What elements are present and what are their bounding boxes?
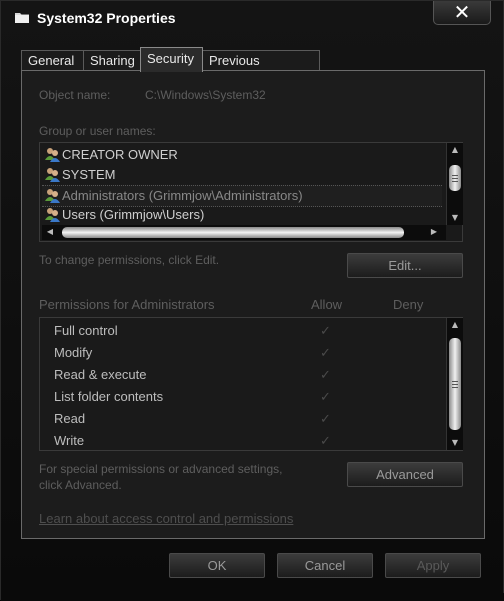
permission-row: Read ✓ (54, 408, 394, 430)
cancel-button[interactable]: Cancel (277, 553, 373, 578)
allow-check-icon: ✓ (320, 433, 331, 448)
ok-button[interactable]: OK (169, 553, 265, 578)
permissions-vscroll[interactable]: ▲ ▼ (446, 318, 463, 450)
close-icon: ✕ (453, 0, 471, 24)
scroll-thumb[interactable] (449, 338, 461, 430)
allow-check-icon: ✓ (320, 389, 331, 404)
allow-check-icon: ✓ (320, 367, 331, 382)
tab-previous-versions[interactable]: Previous Versions (202, 50, 320, 88)
scroll-down-icon[interactable]: ▼ (449, 213, 461, 223)
users-icon (45, 189, 60, 203)
list-item-label: Administrators (Grimmjow\Administrators) (62, 188, 303, 203)
list-item[interactable]: Users (Grimmjow\Users) (42, 205, 442, 225)
object-name-label: Object name: (39, 88, 111, 102)
scroll-thumb-horizontal[interactable] (62, 227, 404, 238)
special-permissions-line1: For special permissions or advanced sett… (39, 462, 283, 476)
permissions-header: Permissions for Administrators (39, 297, 215, 312)
tab-security[interactable]: Security (140, 47, 203, 72)
users-icon (45, 168, 60, 182)
group-list-hscroll[interactable]: ◀ ▶ (42, 225, 446, 240)
scroll-thumb[interactable] (449, 165, 461, 191)
group-user-list[interactable]: CREATOR OWNER SYSTEM Administrators (Gri… (39, 142, 463, 242)
allow-check-icon: ✓ (320, 411, 331, 426)
list-item-selected[interactable]: Administrators (Grimmjow\Administrators) (42, 185, 442, 207)
permission-label: Read & execute (54, 367, 147, 382)
tab-sharing[interactable]: Sharing (83, 50, 141, 71)
list-item[interactable]: SYSTEM (42, 165, 442, 185)
list-item[interactable]: CREATOR OWNER (42, 145, 442, 165)
scroll-left-icon[interactable]: ◀ (44, 227, 56, 237)
allow-check-icon: ✓ (320, 345, 331, 360)
learn-access-control-link[interactable]: Learn about access control and permissio… (39, 511, 293, 526)
window-title: System32 Properties (37, 10, 176, 26)
list-item-label: SYSTEM (62, 167, 116, 182)
permission-label: List folder contents (54, 389, 164, 404)
permissions-list: Full control ✓ Modify ✓ Read & execute ✓… (39, 317, 463, 451)
scroll-right-icon[interactable]: ▶ (428, 227, 440, 237)
permission-row: Read & execute ✓ (54, 364, 394, 386)
close-button[interactable]: ✕ (433, 1, 491, 25)
users-icon (45, 208, 60, 222)
scroll-down-icon[interactable]: ▼ (449, 438, 461, 448)
list-item-label: CREATOR OWNER (62, 147, 178, 162)
object-name-value: C:\Windows\System32 (145, 88, 266, 102)
permission-label: Read (54, 411, 86, 426)
scroll-up-icon[interactable]: ▲ (449, 145, 461, 155)
special-permissions-line2: click Advanced. (39, 478, 122, 492)
permission-label: Write (54, 433, 85, 448)
allow-check-icon: ✓ (320, 323, 331, 338)
scroll-up-icon[interactable]: ▲ (449, 320, 461, 330)
users-icon (45, 148, 60, 162)
deny-column-header: Deny (393, 297, 424, 312)
properties-window: System32 Properties ✕ General Sharing Se… (0, 0, 504, 601)
change-permissions-text: To change permissions, click Edit. (39, 253, 220, 267)
permission-row: List folder contents ✓ (54, 386, 394, 408)
list-item-label: Users (Grimmjow\Users) (62, 207, 205, 222)
permission-row: Full control ✓ (54, 320, 394, 342)
permission-label: Full control (54, 323, 118, 338)
permission-row: Modify ✓ (54, 342, 394, 364)
advanced-button[interactable]: Advanced (347, 462, 463, 487)
group-list-vscroll[interactable]: ▲ ▼ (446, 143, 463, 225)
allow-column-header: Allow (311, 297, 343, 312)
folder-icon (15, 13, 29, 23)
apply-button: Apply (385, 553, 481, 578)
title-bar[interactable]: System32 Properties ✕ (1, 1, 503, 37)
permission-label: Modify (54, 345, 93, 360)
group-names-label: Group or user names: (39, 124, 156, 138)
edit-button[interactable]: Edit... (347, 253, 463, 278)
permission-row: Write ✓ (54, 430, 394, 452)
tab-general[interactable]: General (21, 50, 84, 71)
